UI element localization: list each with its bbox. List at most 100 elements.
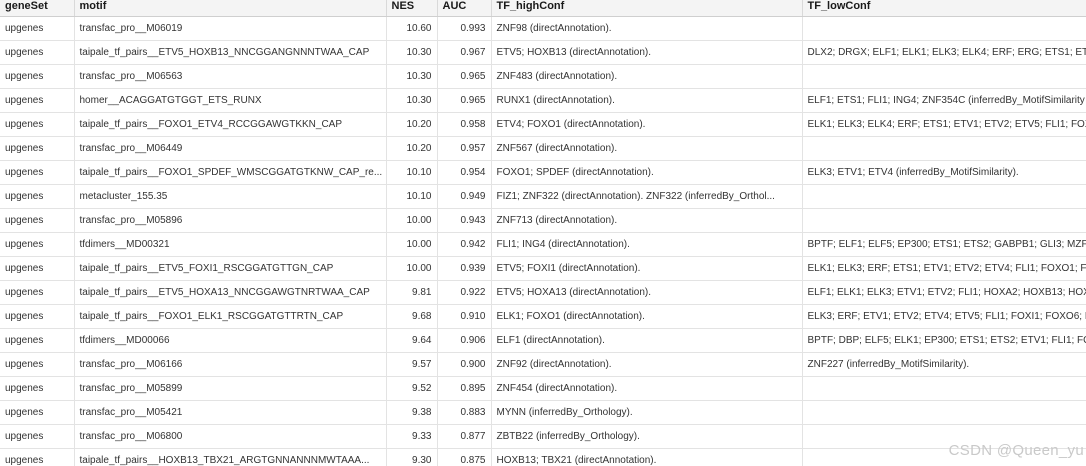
column-header-nes[interactable]: NES [386,0,438,17]
cell-tf-highconf: MYNN (inferredBy_Orthology). [491,400,803,425]
table-row: upgenes taipale_tf_pairs__FOXO1_ETV4_RCCG… [0,112,1086,137]
cell-geneset: upgenes [0,88,75,113]
cell-motif: transfac_pro__M05899 [74,376,387,401]
cell-motif: taipale_tf_pairs__HOXB13_TBX21_ARGTGNNAN… [74,448,387,466]
cell-tf-highconf: ZNF454 (directAnnotation). [491,376,803,401]
data-viewer: geneSet motif NES AUC TF_highConf TF_low… [0,0,1086,466]
cell-tf-lowconf [802,376,1086,401]
cell-geneset: upgenes [0,208,75,233]
cell-motif: tfdimers__MD00066 [74,328,387,353]
table-row: upgenes taipale_tf_pairs__FOXO1_ELK1_RSCG… [0,304,1086,329]
cell-tf-highconf: ZNF92 (directAnnotation). [491,352,803,377]
cell-geneset: upgenes [0,352,75,377]
cell-tf-highconf: ETV4; FOXO1 (directAnnotation). [491,112,803,137]
cell-auc: 0.957 [437,136,492,161]
cell-nes: 9.52 [386,376,438,401]
cell-geneset: upgenes [0,64,75,89]
cell-tf-highconf: ETV5; HOXB13 (directAnnotation). [491,40,803,65]
cell-tf-lowconf [802,208,1086,233]
results-table: geneSet motif NES AUC TF_highConf TF_low… [0,0,1086,466]
table-row: upgenes transfac_pro__M06800 9.33 0.877 ZBTB… [0,424,1086,449]
cell-geneset: upgenes [0,232,75,257]
cell-tf-highconf: ETV5; HOXA13 (directAnnotation). [491,280,803,305]
cell-tf-lowconf [802,136,1086,161]
cell-nes: 9.38 [386,400,438,425]
cell-geneset: upgenes [0,280,75,305]
cell-auc: 0.922 [437,280,492,305]
table-row: upgenes transfac_pro__M06166 9.57 0.900 ZNF9… [0,352,1086,377]
cell-geneset: upgenes [0,160,75,185]
column-header-auc[interactable]: AUC [437,0,492,17]
table-row: upgenes metacluster_155.35 10.10 0.949 FIZ1;… [0,184,1086,209]
cell-tf-lowconf: ELF1; ETS1; FLI1; ING4; ZNF354C (inferre… [802,88,1086,113]
cell-auc: 0.954 [437,160,492,185]
cell-nes: 10.20 [386,112,438,137]
cell-geneset: upgenes [0,448,75,466]
cell-nes: 10.00 [386,208,438,233]
cell-auc: 0.967 [437,40,492,65]
cell-auc: 0.965 [437,64,492,89]
cell-nes: 9.68 [386,304,438,329]
cell-motif: transfac_pro__M05896 [74,208,387,233]
cell-motif: transfac_pro__M06166 [74,352,387,377]
column-header-motif[interactable]: motif [74,0,387,17]
cell-nes: 10.10 [386,160,438,185]
cell-auc: 0.958 [437,112,492,137]
column-header-geneset[interactable]: geneSet [0,0,75,17]
cell-motif: taipale_tf_pairs__ETV5_HOXA13_NNCGGAWGTN… [74,280,387,305]
column-header-tf-highconf[interactable]: TF_highConf [491,0,803,17]
cell-tf-lowconf [802,184,1086,209]
cell-tf-lowconf [802,400,1086,425]
cell-motif: taipale_tf_pairs__FOXO1_ELK1_RSCGGATGTTR… [74,304,387,329]
cell-tf-highconf: ZNF98 (directAnnotation). [491,16,803,41]
cell-motif: transfac_pro__M06563 [74,64,387,89]
header-row: geneSet motif NES AUC TF_highConf TF_low… [0,0,1086,17]
cell-geneset: upgenes [0,16,75,41]
cell-motif: transfac_pro__M05421 [74,400,387,425]
cell-nes: 10.20 [386,136,438,161]
cell-auc: 0.877 [437,424,492,449]
cell-nes: 10.60 [386,16,438,41]
cell-auc: 0.910 [437,304,492,329]
cell-tf-highconf: ZBTB22 (inferredBy_Orthology). [491,424,803,449]
cell-nes: 9.30 [386,448,438,466]
table-row: upgenes taipale_tf_pairs__ETV5_FOXI1_RSCG… [0,256,1086,281]
cell-tf-highconf: ZNF567 (directAnnotation). [491,136,803,161]
cell-auc: 0.883 [437,400,492,425]
cell-motif: transfac_pro__M06449 [74,136,387,161]
cell-nes: 10.10 [386,184,438,209]
table-row: upgenes taipale_tf_pairs__HOXB13_TBX21_AR… [0,448,1086,466]
table-row: upgenes taipale_tf_pairs__ETV5_HOXB13_NNC… [0,40,1086,65]
cell-nes: 10.00 [386,232,438,257]
cell-tf-lowconf: BPTF; DBP; ELF5; ELK1; EP300; ETS1; ETS2… [802,328,1086,353]
cell-motif: taipale_tf_pairs__ETV5_HOXB13_NNCGGANGNN… [74,40,387,65]
cell-nes: 10.30 [386,88,438,113]
cell-tf-lowconf: ELK3; ETV1; ETV4 (inferredBy_MotifSimila… [802,160,1086,185]
cell-geneset: upgenes [0,256,75,281]
cell-tf-highconf: ZNF483 (directAnnotation). [491,64,803,89]
cell-auc: 0.895 [437,376,492,401]
cell-tf-highconf: HOXB13; TBX21 (directAnnotation). [491,448,803,466]
cell-nes: 10.30 [386,64,438,89]
table-row: upgenes tfdimers__MD00066 9.64 0.906 ELF1 (d… [0,328,1086,353]
table-row: upgenes transfac_pro__M06563 10.30 0.965 ZNF… [0,64,1086,89]
cell-tf-lowconf [802,16,1086,41]
cell-tf-highconf: ETV5; FOXI1 (directAnnotation). [491,256,803,281]
cell-motif: transfac_pro__M06800 [74,424,387,449]
cell-motif: taipale_tf_pairs__FOXO1_SPDEF_WMSCGGATGT… [74,160,387,185]
cell-nes: 9.33 [386,424,438,449]
cell-auc: 0.900 [437,352,492,377]
cell-geneset: upgenes [0,136,75,161]
cell-tf-lowconf: ELK3; ERF; ETV1; ETV2; ETV4; ETV5; FLI1;… [802,304,1086,329]
cell-tf-highconf: FOXO1; SPDEF (directAnnotation). [491,160,803,185]
cell-tf-lowconf: ELK1; ELK3; ERF; ETS1; ETV1; ETV2; ETV4;… [802,256,1086,281]
cell-tf-highconf: ELK1; FOXO1 (directAnnotation). [491,304,803,329]
cell-nes: 9.57 [386,352,438,377]
table-row: upgenes transfac_pro__M06449 10.20 0.957 ZNF… [0,136,1086,161]
cell-tf-highconf: ELF1 (directAnnotation). [491,328,803,353]
cell-auc: 0.875 [437,448,492,466]
column-header-tf-lowconf[interactable]: TF_lowConf [802,0,1086,17]
cell-tf-highconf: ZNF713 (directAnnotation). [491,208,803,233]
cell-tf-lowconf: BPTF; ELF1; ELF5; EP300; ETS1; ETS2; GAB… [802,232,1086,257]
cell-auc: 0.943 [437,208,492,233]
